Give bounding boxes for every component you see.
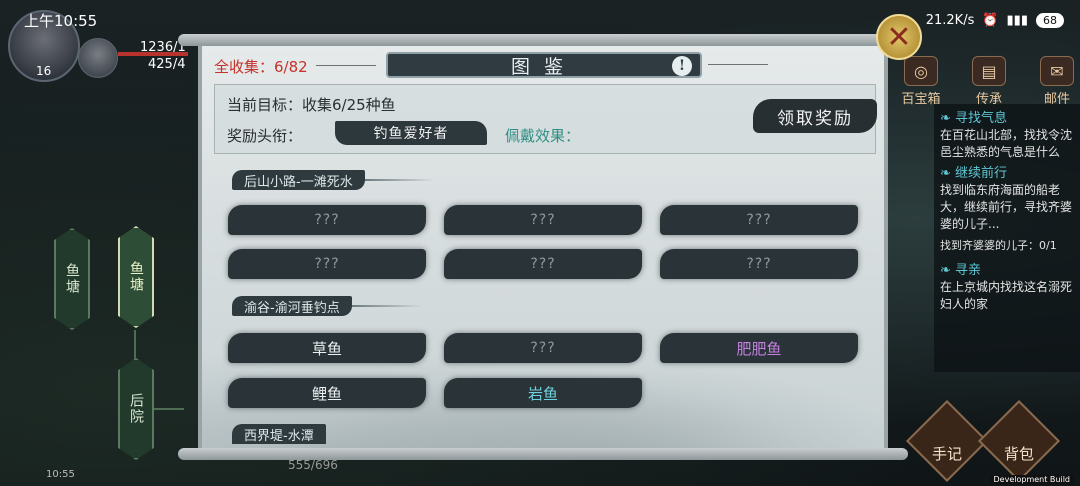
quest-progress: 找到齐婆婆的儿子：0/1: [940, 239, 1057, 252]
scroll-bottom-rod: [178, 448, 908, 460]
tree-node-backyard[interactable]: 后院: [118, 358, 154, 460]
fish-slot[interactable]: 草鱼: [228, 333, 426, 363]
battery-indicator: 68: [1036, 12, 1064, 28]
fish-slot[interactable]: 肥肥鱼: [660, 333, 858, 363]
fish-slot[interactable]: ???: [228, 249, 426, 279]
info-icon[interactable]: !: [672, 56, 692, 76]
inheritance-button[interactable]: ▤ 传承: [964, 56, 1014, 107]
fish-slot[interactable]: ???: [660, 249, 858, 279]
reward-label: 奖励头衔：: [227, 127, 303, 145]
companion-avatar[interactable]: [78, 38, 118, 78]
right-menu: ◎ 百宝箱 ▤ 传承 ✉ 邮件: [896, 56, 1080, 107]
quest-title[interactable]: ❧ 继续前行: [940, 165, 1074, 182]
current-goal: 当前目标：收集6/25种鱼: [227, 96, 396, 114]
mail-button[interactable]: ✉ 邮件: [1032, 56, 1080, 107]
treasure-box-button[interactable]: ◎ 百宝箱: [896, 56, 946, 107]
alarm-icon: ⏰: [982, 12, 999, 28]
tree-node-fish-pond-active[interactable]: 鱼塘: [118, 226, 154, 328]
bottom-stat: 555/696: [288, 458, 338, 472]
codex-panel: 全收集：6/82 图鉴 ! 当前目标：收集6/25种鱼 奖励头衔： 钓鱼爱好者 …: [198, 42, 888, 454]
player-level: 16: [36, 64, 52, 78]
section-header: 后山小路-一滩死水: [232, 170, 435, 190]
close-icon[interactable]: ✕: [876, 14, 922, 60]
codex-title-bar: 图鉴 !: [386, 52, 702, 78]
fish-slot[interactable]: ???: [444, 249, 642, 279]
fish-slot[interactable]: 岩鱼: [444, 378, 642, 408]
fish-slot[interactable]: ???: [444, 333, 642, 363]
small-clock: 10:55: [46, 469, 75, 480]
treasure-icon: ◎: [904, 56, 938, 86]
mail-icon: ✉: [1040, 56, 1074, 86]
claim-reward-button[interactable]: 领取奖励: [753, 99, 877, 133]
fish-slot[interactable]: ???: [444, 205, 642, 235]
mp-value: 425/4: [148, 57, 186, 72]
quest-title[interactable]: ❧ 寻找气息: [940, 110, 1074, 127]
quest-description: 找到临东府海面的船老大，继续前行，寻找齐婆婆的儿子...: [940, 183, 1073, 231]
quest-description: 在上京城内找找这名溺死妇人的家: [940, 280, 1073, 311]
quest-tracker[interactable]: ❧ 寻找气息 在百花山北部，找找令沈邑尘熟悉的气息是什么 ❧ 继续前行 找到临东…: [934, 104, 1080, 372]
fish-slot[interactable]: 鲤鱼: [228, 378, 426, 408]
codex-title: 图鉴: [510, 55, 577, 78]
goal-box: 当前目标：收集6/25种鱼 奖励头衔： 钓鱼爱好者 佩戴效果： 领取奖励: [214, 84, 877, 154]
tree-connector: [134, 330, 136, 360]
quest-description: 在百花山北部，找找令沈邑尘熟悉的气息是什么: [940, 128, 1073, 159]
scroll-icon: ▤: [972, 56, 1006, 86]
signal-icon: ▮▮▮: [1006, 12, 1028, 28]
fish-slot[interactable]: ???: [660, 205, 858, 235]
clock: 上午10:55: [24, 11, 98, 30]
dev-build-label: Development Build: [989, 475, 1074, 484]
quest-title[interactable]: ❧ 寻亲: [940, 262, 1074, 279]
scroll-top-rod: [178, 34, 908, 46]
fish-slot[interactable]: ???: [228, 205, 426, 235]
section-header: 渝谷-渝河垂钓点: [232, 296, 422, 316]
tree-node-fish-pond[interactable]: 鱼塘: [54, 228, 90, 330]
wear-effect-label: 佩戴效果：: [505, 127, 581, 145]
tree-connector: [154, 408, 184, 410]
network-speed: 21.2K/s: [925, 12, 975, 28]
section-header: 西界堤-水潭: [232, 424, 326, 444]
reward-title-badge: 钓鱼爱好者: [335, 121, 487, 145]
title-decoration: [708, 64, 768, 65]
total-collection: 全收集：6/82: [214, 58, 376, 76]
